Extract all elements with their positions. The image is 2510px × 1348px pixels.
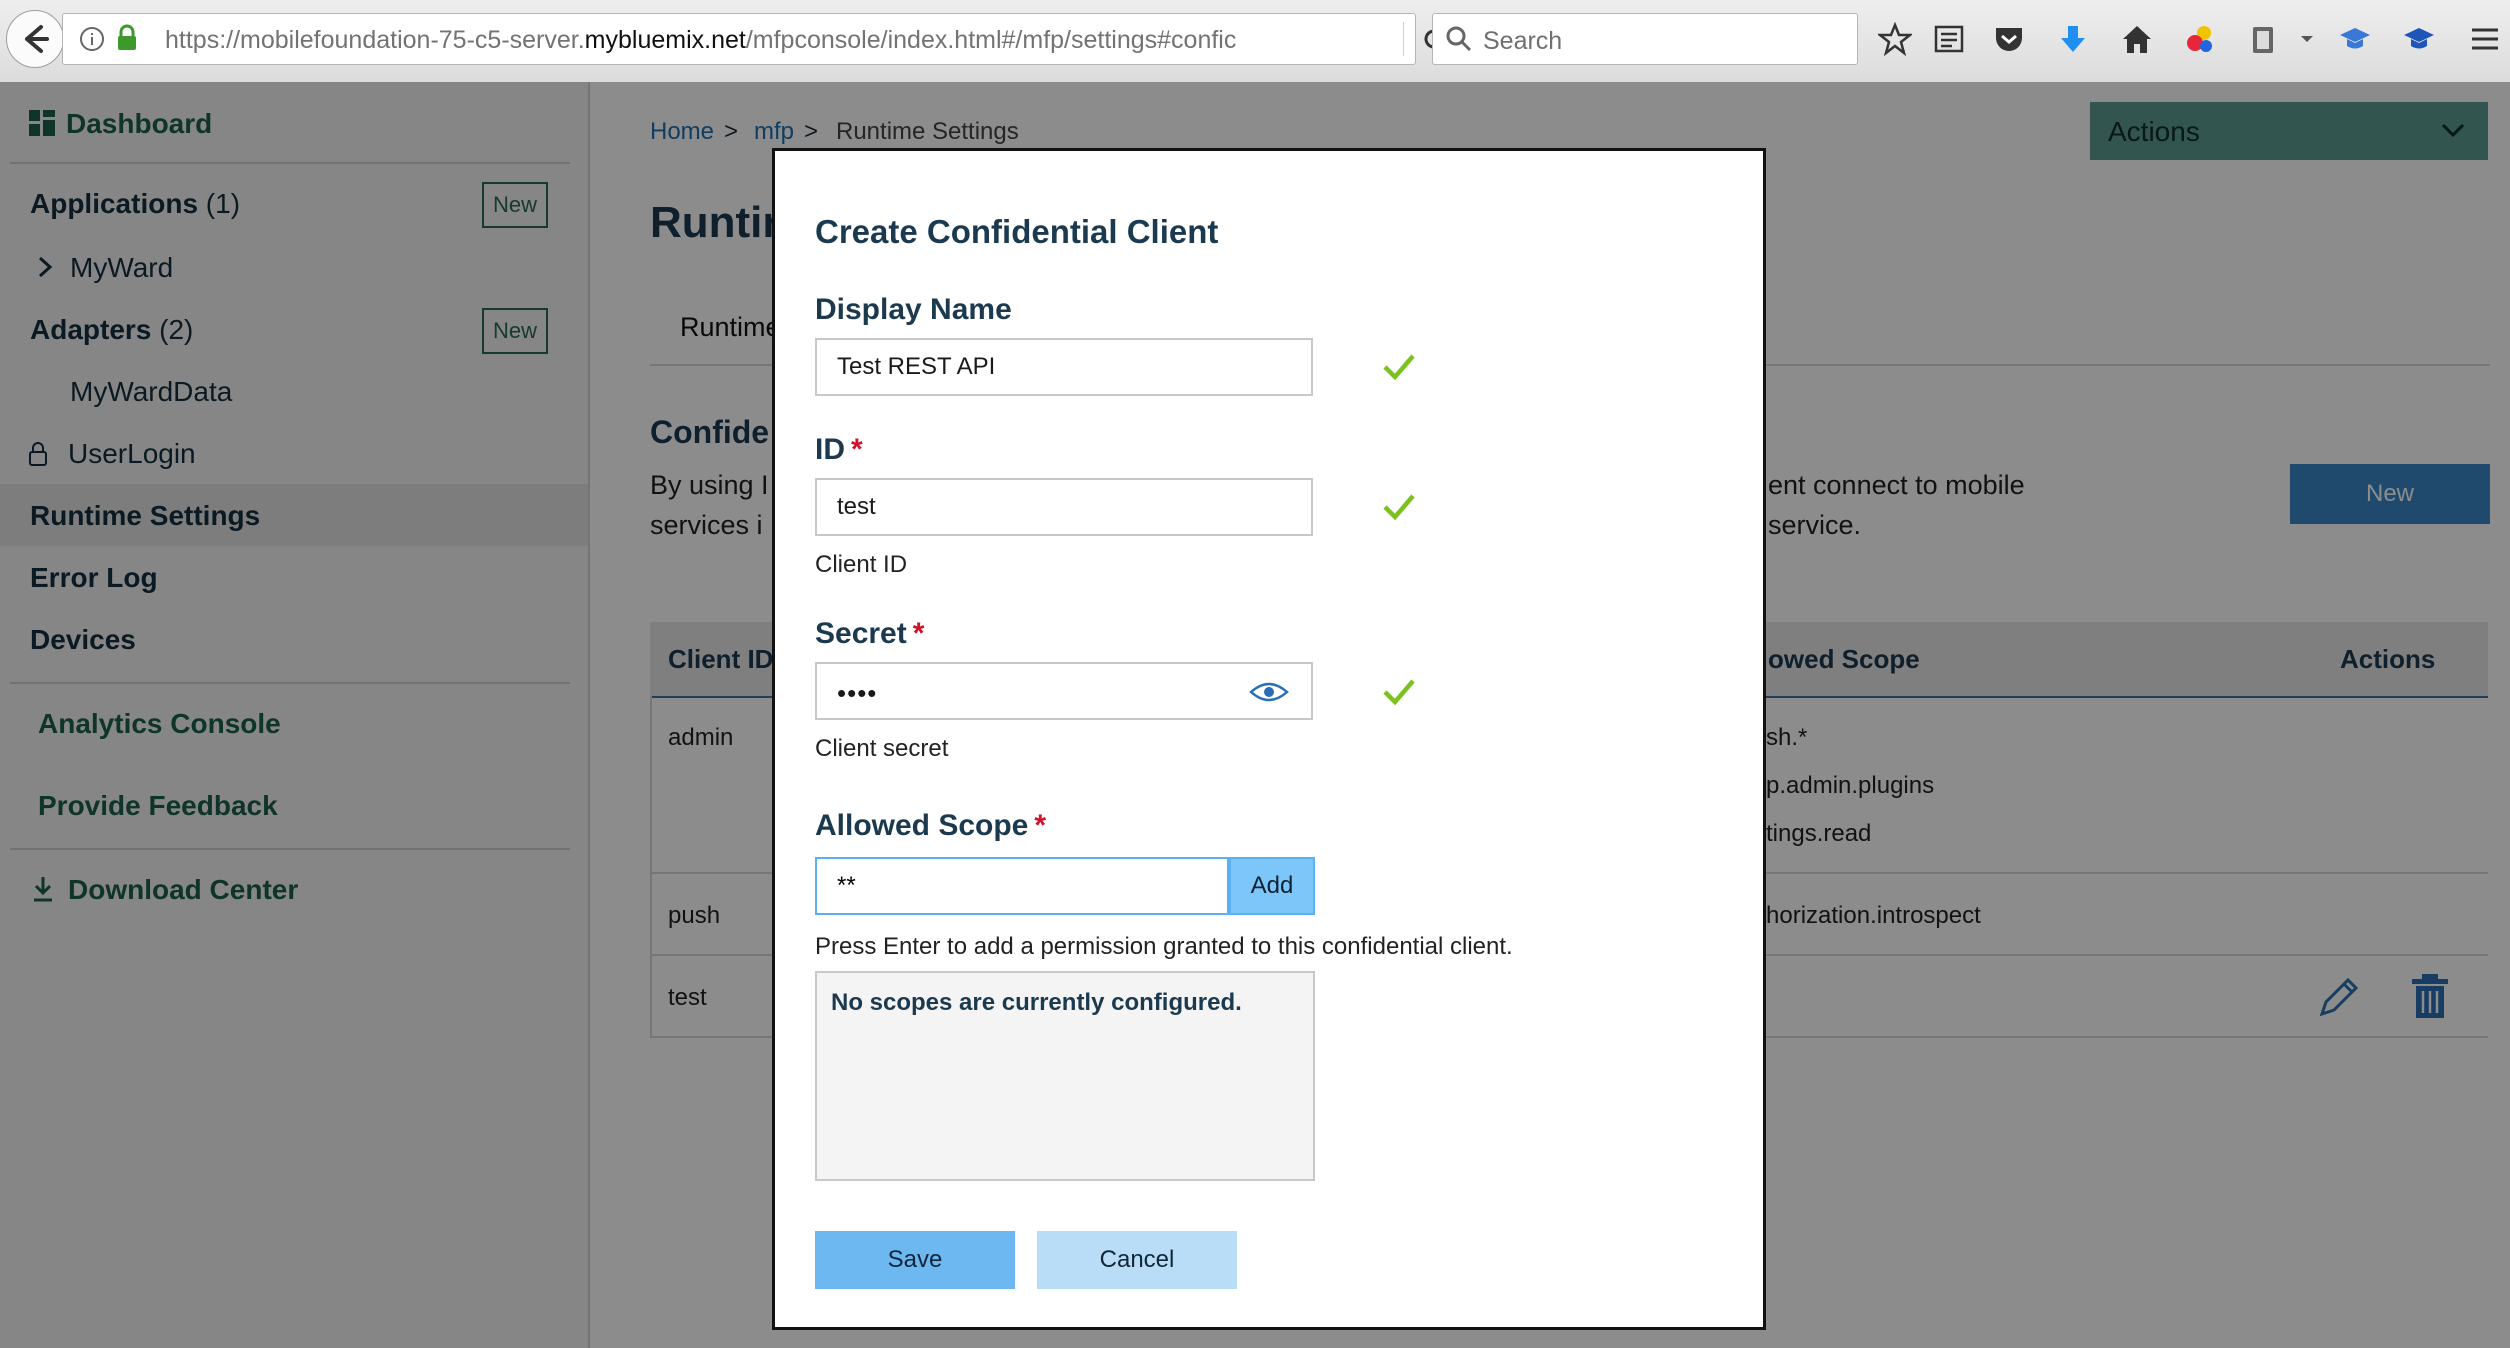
search-icon bbox=[1446, 26, 1472, 52]
scopes-list-box: No scopes are currently configured. bbox=[815, 971, 1315, 1181]
home-icon[interactable] bbox=[2120, 22, 2154, 56]
menu-icon[interactable] bbox=[2468, 22, 2502, 56]
display-name-label: Display Name bbox=[815, 293, 1012, 326]
scopes-empty-message: No scopes are currently configured. bbox=[831, 989, 1242, 1016]
scope-help-text: Press Enter to add a permission granted … bbox=[815, 933, 1513, 960]
id-label: ID * bbox=[815, 433, 863, 467]
valid-check-icon bbox=[1383, 679, 1415, 706]
allowed-scope-label: Allowed Scope * bbox=[815, 809, 1046, 843]
graduation-cap-alt-icon[interactable] bbox=[2402, 22, 2436, 56]
url-divider bbox=[1403, 22, 1404, 56]
url-text[interactable]: https://mobilefoundation-75-c5-server.my… bbox=[165, 26, 1365, 55]
pocket-icon[interactable] bbox=[1992, 22, 2026, 56]
display-name-input[interactable] bbox=[815, 338, 1313, 396]
back-arrow-icon bbox=[25, 25, 49, 53]
lock-icon[interactable] bbox=[115, 24, 139, 52]
required-asterisk: * bbox=[851, 433, 863, 466]
valid-check-icon bbox=[1383, 354, 1415, 381]
bookmark-star-icon[interactable] bbox=[1878, 22, 1912, 56]
allowed-scope-label-text: Allowed Scope bbox=[815, 809, 1029, 842]
search-bar[interactable]: Search bbox=[1432, 13, 1858, 65]
secret-label-text: Secret bbox=[815, 617, 907, 650]
graduation-cap-icon[interactable] bbox=[2338, 22, 2372, 56]
required-asterisk: * bbox=[1034, 809, 1047, 842]
url-bar[interactable]: https://mobilefoundation-75-c5-server.my… bbox=[62, 13, 1444, 65]
cancel-button[interactable]: Cancel bbox=[1037, 1231, 1237, 1289]
chevron-down-icon[interactable] bbox=[2290, 22, 2324, 56]
secret-input[interactable]: •••• bbox=[815, 662, 1313, 720]
clipboard-icon[interactable] bbox=[2246, 22, 2280, 56]
create-confidential-client-dialog: Create Confidential Client Display Name … bbox=[772, 148, 1766, 1330]
back-button[interactable] bbox=[6, 10, 64, 68]
dialog-title: Create Confidential Client bbox=[815, 213, 1219, 250]
reading-list-icon[interactable] bbox=[1932, 22, 1966, 56]
add-scope-button[interactable]: Add bbox=[1229, 857, 1315, 915]
download-icon[interactable] bbox=[2056, 22, 2090, 56]
secret-label: Secret * bbox=[815, 617, 924, 651]
secret-help-text: Client secret bbox=[815, 735, 949, 762]
search-placeholder: Search bbox=[1483, 27, 1563, 55]
id-input[interactable] bbox=[815, 478, 1313, 536]
extension-colors-icon[interactable] bbox=[2184, 22, 2218, 56]
required-asterisk: * bbox=[912, 617, 925, 650]
show-password-eye-icon[interactable] bbox=[1249, 680, 1289, 704]
browser-toolbar: https://mobilefoundation-75-c5-server.my… bbox=[0, 0, 2510, 83]
save-button[interactable]: Save bbox=[815, 1231, 1015, 1289]
id-label-text: ID bbox=[815, 433, 845, 466]
allowed-scope-input[interactable] bbox=[815, 857, 1229, 915]
info-icon[interactable] bbox=[79, 26, 105, 52]
valid-check-icon bbox=[1383, 494, 1415, 521]
secret-masked-value: •••• bbox=[837, 678, 878, 708]
id-help-text: Client ID bbox=[815, 551, 908, 578]
